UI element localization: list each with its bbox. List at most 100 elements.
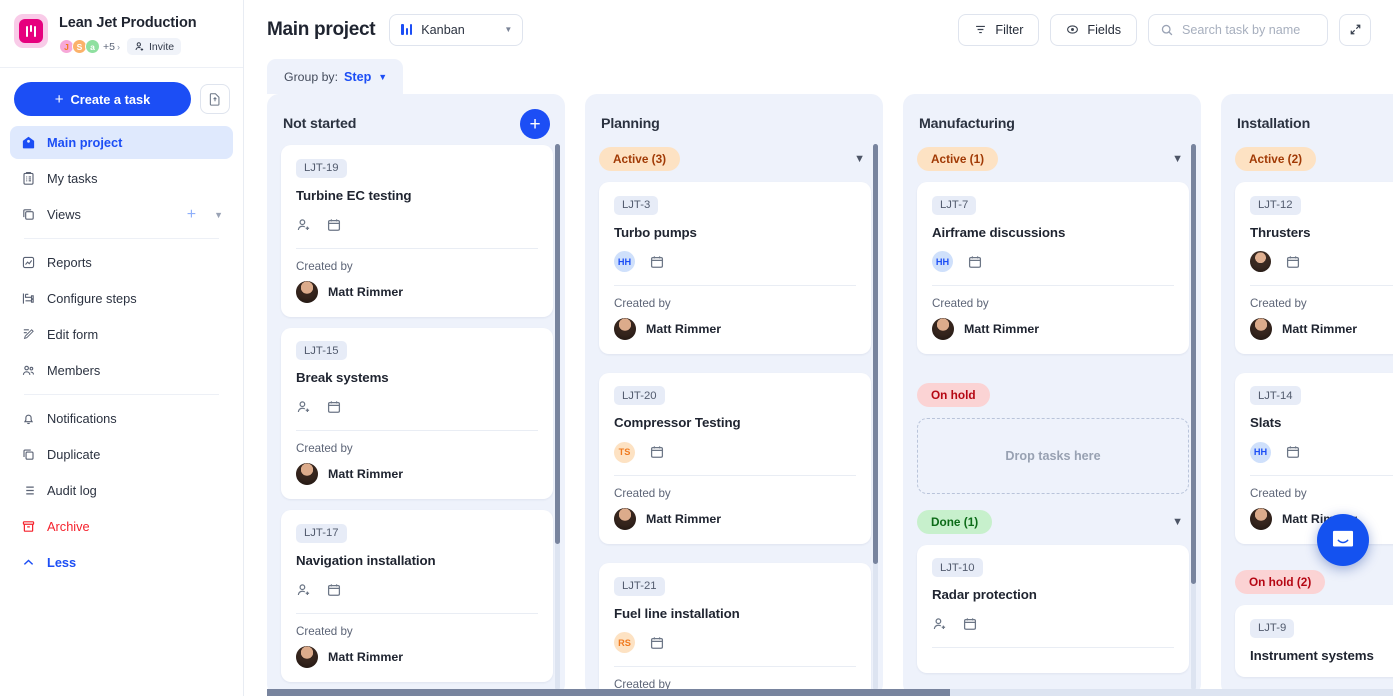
sidebar-item-views[interactable]: Views + ▼ xyxy=(10,198,233,231)
task-card[interactable]: LJT-21 Fuel line installation RS Created… xyxy=(599,563,871,696)
assignee-avatar[interactable]: HH xyxy=(614,251,635,272)
due-date-icon[interactable] xyxy=(649,635,665,651)
sidebar-item-configure-steps[interactable]: Configure steps xyxy=(10,282,233,315)
sidebar-item-label: Edit form xyxy=(47,327,98,342)
sidebar-item-audit-log[interactable]: Audit log xyxy=(10,474,233,507)
fields-button[interactable]: Fields xyxy=(1050,14,1137,46)
status-badge[interactable]: Active (1) xyxy=(917,147,998,171)
sidebar-item-reports[interactable]: Reports xyxy=(10,246,233,279)
status-badge[interactable]: Active (2) xyxy=(1235,147,1316,171)
invite-label: Invite xyxy=(149,41,174,53)
due-date-icon[interactable] xyxy=(326,217,342,233)
assignee-avatar[interactable]: HH xyxy=(1250,442,1271,463)
sidebar-item-members[interactable]: Members xyxy=(10,354,233,387)
status-group-header: On hold xyxy=(917,383,1187,407)
expand-button[interactable] xyxy=(1339,14,1371,46)
creator-avatar xyxy=(296,463,318,485)
task-card[interactable]: LJT-17 Navigation installation xyxy=(281,510,553,682)
task-card[interactable]: LJT-14 Slats HH Created by xyxy=(1235,373,1393,545)
kanban-column-planning: Planning Active (3) ▼ LJT-3 Turbo pumps xyxy=(585,94,883,696)
chevron-down-icon[interactable]: ▼ xyxy=(210,210,223,220)
kanban-column-not-started: Not started + LJT-19 Turbine EC testing xyxy=(267,94,565,696)
task-card[interactable]: LJT-9 Instrument systems xyxy=(1235,605,1393,677)
chevron-down-icon[interactable]: ▼ xyxy=(854,153,869,165)
sidebar-item-my-tasks[interactable]: My tasks xyxy=(10,162,233,195)
chevron-down-icon[interactable]: ▼ xyxy=(1172,516,1187,528)
sidebar-item-less[interactable]: Less xyxy=(10,546,233,579)
assignee-avatar[interactable] xyxy=(1250,251,1271,272)
due-date-icon[interactable] xyxy=(967,254,983,270)
chevron-down-icon[interactable]: ▼ xyxy=(1172,153,1187,165)
assignee-avatar[interactable]: HH xyxy=(932,251,953,272)
column-scrollbar[interactable] xyxy=(873,144,878,690)
creator-name: Matt Rimmer xyxy=(646,512,721,526)
task-card[interactable]: LJT-10 Radar protection xyxy=(917,545,1189,674)
due-date-icon[interactable] xyxy=(326,399,342,415)
task-title: Instrument systems xyxy=(1250,648,1393,663)
column-scrollbar[interactable] xyxy=(555,144,560,690)
due-date-icon[interactable] xyxy=(1285,444,1301,460)
document-upload-button[interactable] xyxy=(200,84,230,114)
assign-person-icon[interactable] xyxy=(296,399,312,415)
chevron-down-icon: ▼ xyxy=(378,72,387,82)
status-badge[interactable]: Done (1) xyxy=(917,510,992,534)
column-scrollbar[interactable] xyxy=(1191,144,1196,690)
task-card[interactable]: LJT-12 Thrusters Created by xyxy=(1235,182,1393,354)
status-badge[interactable]: On hold (2) xyxy=(1235,570,1325,594)
task-card[interactable]: LJT-3 Turbo pumps HH Created by xyxy=(599,182,871,354)
app-root: Lean Jet Production J S a +5 › Invite xyxy=(0,0,1393,696)
drop-zone[interactable]: Drop tasks here xyxy=(917,418,1189,494)
task-card[interactable]: LJT-7 Airframe discussions HH Created by xyxy=(917,182,1189,354)
invite-button[interactable]: Invite xyxy=(127,38,181,55)
task-card[interactable]: LJT-19 Turbine EC testing xyxy=(281,145,553,317)
due-date-icon[interactable] xyxy=(649,444,665,460)
assign-person-icon[interactable] xyxy=(296,217,312,233)
task-id-tag: LJT-20 xyxy=(614,386,665,405)
search-box[interactable] xyxy=(1148,14,1328,46)
sidebar-item-main-project[interactable]: Main project xyxy=(10,126,233,159)
due-date-icon[interactable] xyxy=(1285,254,1301,270)
task-id-tag: LJT-19 xyxy=(296,159,347,178)
created-by-label: Created by xyxy=(296,625,538,638)
due-date-icon[interactable] xyxy=(649,254,665,270)
horizontal-scrollbar[interactable] xyxy=(267,689,1393,696)
home-icon xyxy=(20,135,36,151)
assign-person-icon[interactable] xyxy=(932,616,948,632)
view-selector-value: Kanban xyxy=(421,23,464,37)
status-group-header: Done (1) ▼ xyxy=(917,510,1187,534)
add-view-icon[interactable]: + xyxy=(184,206,199,224)
due-date-icon[interactable] xyxy=(326,582,342,598)
search-input[interactable] xyxy=(1182,23,1316,37)
view-selector[interactable]: Kanban ▼ xyxy=(389,14,523,46)
chat-widget-button[interactable] xyxy=(1317,514,1369,566)
page-title: Main project xyxy=(267,19,375,41)
creator-name: Matt Rimmer xyxy=(1282,322,1357,336)
creator-name: Matt Rimmer xyxy=(646,322,721,336)
sidebar-item-notifications[interactable]: Notifications xyxy=(10,402,233,435)
sidebar-item-duplicate[interactable]: Duplicate xyxy=(10,438,233,471)
board-scroll-area[interactable]: Not started + LJT-19 Turbine EC testing xyxy=(244,94,1393,696)
task-id-tag: LJT-9 xyxy=(1250,619,1294,638)
created-by-label: Created by xyxy=(932,297,1174,310)
sidebar-item-archive[interactable]: Archive xyxy=(10,510,233,543)
kanban-logo-icon xyxy=(19,19,43,43)
task-card[interactable]: LJT-20 Compressor Testing TS Created by xyxy=(599,373,871,545)
assignee-avatar[interactable]: TS xyxy=(614,442,635,463)
creator-avatar xyxy=(1250,318,1272,340)
member-avatar-group[interactable]: J S a +5 › xyxy=(59,39,120,54)
assignee-avatar[interactable]: RS xyxy=(614,632,635,653)
avatar: a xyxy=(85,39,100,54)
status-badge[interactable]: Active (3) xyxy=(599,147,680,171)
due-date-icon[interactable] xyxy=(962,616,978,632)
task-title: Break systems xyxy=(296,370,538,385)
filter-button[interactable]: Filter xyxy=(958,14,1039,46)
task-card[interactable]: LJT-15 Break systems xyxy=(281,328,553,500)
create-task-button[interactable]: + Create a task xyxy=(14,82,191,116)
status-group-header: On hold (2) xyxy=(1235,570,1393,594)
status-badge[interactable]: On hold xyxy=(917,383,990,407)
sidebar-item-edit-form[interactable]: Edit form xyxy=(10,318,233,351)
status-group-header: Active (3) ▼ xyxy=(599,147,869,171)
assign-person-icon[interactable] xyxy=(296,582,312,598)
add-task-button[interactable]: + xyxy=(520,109,550,139)
group-by-control[interactable]: Group by: Step ▼ xyxy=(267,59,403,94)
